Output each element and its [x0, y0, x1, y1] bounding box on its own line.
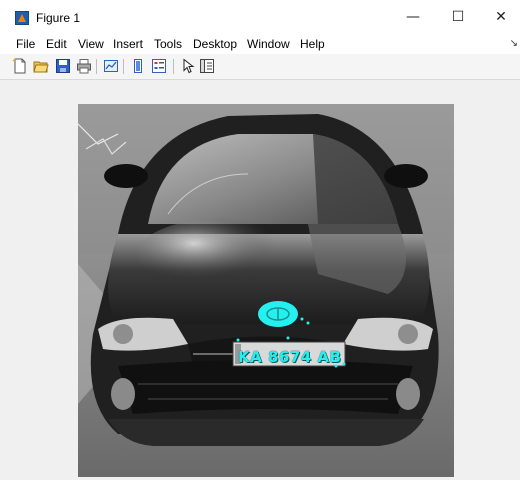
- minimize-button[interactable]: —: [398, 6, 428, 28]
- print-icon[interactable]: [76, 58, 92, 74]
- toolbar-separator: [96, 59, 97, 74]
- insert-legend-icon[interactable]: [151, 58, 167, 74]
- figure-canvas[interactable]: KA 8674 AB: [0, 80, 520, 480]
- dock-arrow-icon[interactable]: ↘: [510, 38, 518, 49]
- menu-insert[interactable]: Insert: [113, 37, 143, 51]
- license-plate-text: KA 8674 AB: [238, 348, 342, 366]
- menu-bar: File Edit View Insert Tools Desktop Wind…: [0, 34, 520, 54]
- save-icon[interactable]: [55, 58, 71, 74]
- menu-view[interactable]: View: [78, 37, 104, 51]
- car-photo-drawing: [78, 104, 454, 477]
- close-button[interactable]: ✕: [486, 6, 516, 28]
- edit-plot-icon[interactable]: [180, 58, 196, 74]
- menu-help[interactable]: Help: [300, 37, 325, 51]
- menu-file[interactable]: File: [16, 37, 35, 51]
- title-bar: Figure 1 — ☐ ✕: [0, 0, 520, 34]
- property-inspector-icon[interactable]: [199, 58, 215, 74]
- menu-window[interactable]: Window: [247, 37, 290, 51]
- window-title: Figure 1: [36, 11, 81, 25]
- menu-tools[interactable]: Tools: [154, 37, 182, 51]
- maximize-button[interactable]: ☐: [443, 6, 473, 28]
- matlab-icon: [15, 11, 29, 25]
- link-plot-icon[interactable]: [103, 58, 119, 74]
- figure-toolbar: [0, 54, 520, 80]
- insert-colorbar-icon[interactable]: [130, 58, 146, 74]
- menu-edit[interactable]: Edit: [46, 37, 67, 51]
- car-image: KA 8674 AB: [78, 104, 454, 477]
- open-file-icon[interactable]: [33, 58, 49, 74]
- new-figure-icon[interactable]: [12, 58, 28, 74]
- toolbar-separator: [123, 59, 124, 74]
- toolbar-separator: [173, 59, 174, 74]
- menu-desktop[interactable]: Desktop: [193, 37, 237, 51]
